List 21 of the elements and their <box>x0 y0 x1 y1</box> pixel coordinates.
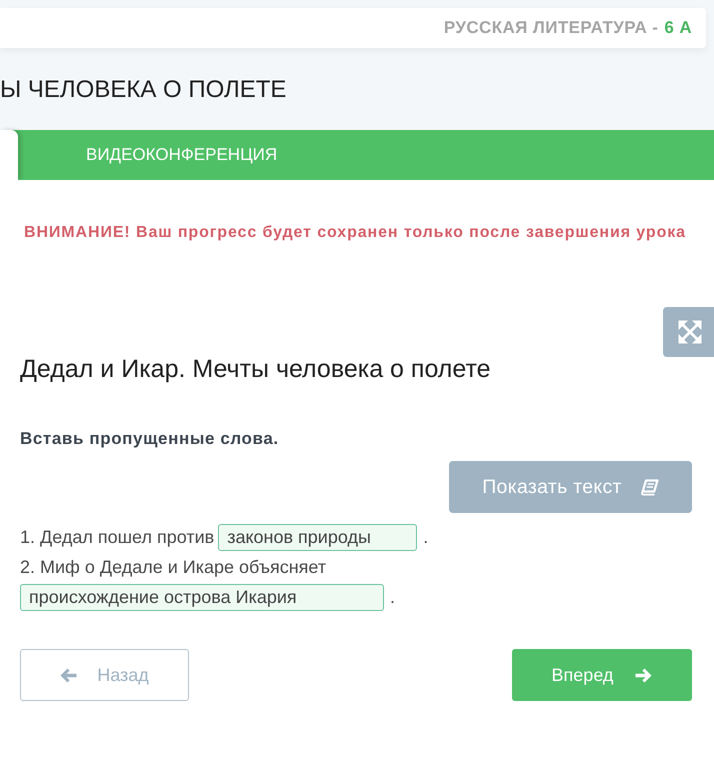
tab[interactable]: ВИДЕОКОНФЕРЕНЦИЯ <box>18 130 302 180</box>
book-icon <box>640 478 659 496</box>
warning-text: ВНИМАНИЕ! Ваш прогресс будет сохранен только после завершения урока <box>24 223 687 243</box>
back-button[interactable]: Назад <box>20 649 189 701</box>
class-label: 6 А <box>664 18 692 38</box>
arrow-right-icon <box>635 668 652 682</box>
show-text-button[interactable]: Показать текст <box>449 461 692 513</box>
instruction-text: Вставь пропущенные слова. <box>20 429 280 449</box>
expand-icon <box>678 320 702 344</box>
subject-title: РУССКАЯ ЛИТЕРАТУРА - <box>444 18 658 38</box>
sentence-text: 2. Миф о Дедале и Икаре объясняет <box>20 557 326 577</box>
exercise-title: Дедал и Икар. Мечты человека о полете <box>20 354 492 385</box>
answer-field[interactable]: происхождение острова Икария <box>20 584 384 611</box>
sentence-text: 1. Дедал пошел против <box>20 527 214 547</box>
lesson-title: Ы ЧЕЛОВЕКА О ПОЛЕТЕ <box>0 75 288 105</box>
sentence-period: . <box>423 527 428 547</box>
fullscreen-button[interactable] <box>663 307 714 357</box>
sentence-period: . <box>390 587 396 607</box>
next-button[interactable]: Вперед <box>512 649 692 701</box>
answer-field[interactable]: законов природы <box>218 524 418 551</box>
arrow-left-icon <box>60 668 78 682</box>
